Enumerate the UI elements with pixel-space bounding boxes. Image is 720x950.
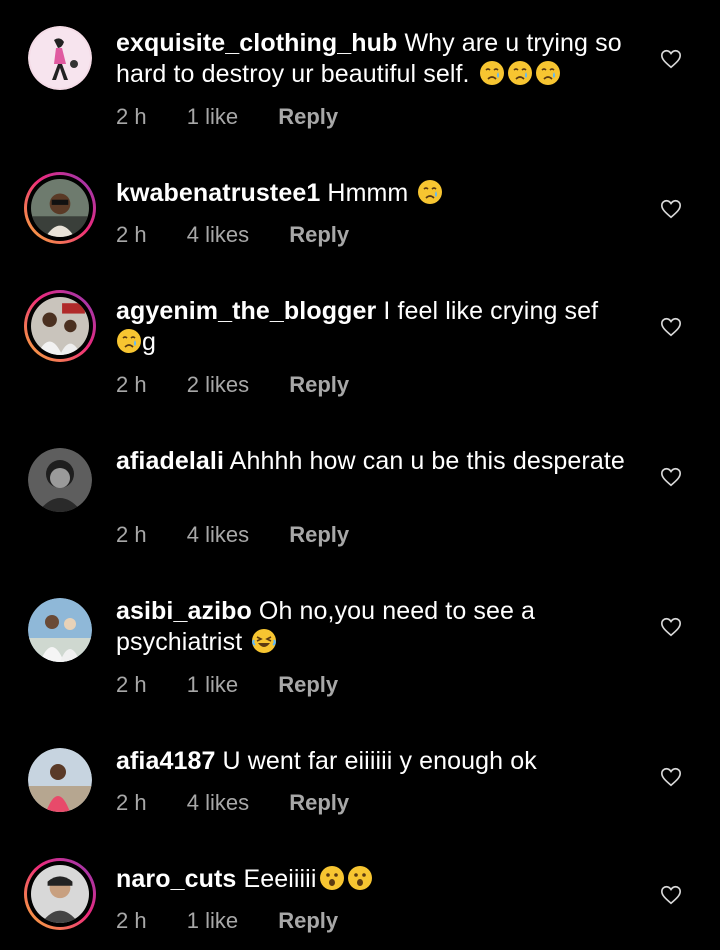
crying-face-emoji — [479, 60, 505, 86]
comment-username[interactable]: exquisite_clothing_hub — [116, 29, 397, 57]
heart-outline-icon[interactable] — [660, 198, 682, 220]
crying-face-emoji — [535, 60, 561, 86]
comment-username[interactable]: kwabenatrustee1 — [116, 179, 320, 207]
avatar[interactable] — [24, 290, 96, 362]
comment-time: 2 h — [116, 222, 147, 247]
reply-button[interactable]: Reply — [289, 372, 349, 397]
reply-button[interactable]: Reply — [278, 908, 338, 933]
heart-outline-icon[interactable] — [660, 316, 682, 338]
crying-face-emoji — [116, 328, 142, 354]
hushed-face-emoji — [319, 865, 345, 891]
reply-button[interactable]: Reply — [278, 104, 338, 129]
comment-username[interactable]: agyenim_the_blogger — [116, 297, 376, 325]
comment-likes[interactable]: 2 likes — [187, 372, 249, 397]
avatar[interactable] — [24, 858, 96, 930]
comment-time: 2 h — [116, 522, 147, 547]
comment-likes[interactable]: 4 likes — [187, 222, 249, 247]
crying-face-emoji — [507, 60, 533, 86]
comment-username[interactable]: afia4187 — [116, 747, 216, 775]
comment-time: 2 h — [116, 372, 147, 397]
crying-face-emoji — [417, 179, 443, 205]
heart-outline-icon[interactable] — [660, 884, 682, 906]
heart-outline-icon[interactable] — [660, 616, 682, 638]
reply-button[interactable]: Reply — [289, 222, 349, 247]
comment-username[interactable]: afiadelali — [116, 447, 224, 475]
laughing-face-emoji — [251, 628, 277, 654]
heart-outline-icon[interactable] — [660, 766, 682, 788]
comment-text: Hmmm — [327, 179, 409, 207]
comment-text-suffix: g — [142, 328, 157, 356]
avatar[interactable] — [28, 26, 92, 90]
avatar[interactable] — [28, 598, 92, 662]
heart-outline-icon[interactable] — [660, 466, 682, 488]
comment-username[interactable]: naro_cuts — [116, 865, 236, 893]
avatar[interactable] — [28, 448, 92, 512]
comment-time: 2 h — [116, 104, 147, 129]
comment-time: 2 h — [116, 672, 147, 697]
comment-time: 2 h — [116, 908, 147, 933]
comment-text: Ahhhh how can u be this desperate — [229, 447, 625, 475]
reply-button[interactable]: Reply — [278, 672, 338, 697]
reply-button[interactable]: Reply — [289, 522, 349, 547]
avatar[interactable] — [24, 172, 96, 244]
comment-text: Eeeiiiii — [243, 865, 317, 893]
heart-outline-icon[interactable] — [660, 48, 682, 70]
comment-likes[interactable]: 4 likes — [187, 522, 249, 547]
comment-likes[interactable]: 1 like — [187, 104, 238, 129]
comment-text: U went far eiiiiii y enough ok — [222, 747, 537, 775]
comment-likes[interactable]: 1 like — [187, 672, 238, 697]
comment-time: 2 h — [116, 790, 147, 815]
comment-text: I feel like crying sef — [383, 297, 599, 325]
comment-username[interactable]: asibi_azibo — [116, 597, 252, 625]
hushed-face-emoji — [347, 865, 373, 891]
reply-button[interactable]: Reply — [289, 790, 349, 815]
comment-likes[interactable]: 4 likes — [187, 790, 249, 815]
comment-likes[interactable]: 1 like — [187, 908, 238, 933]
avatar[interactable] — [28, 748, 92, 812]
